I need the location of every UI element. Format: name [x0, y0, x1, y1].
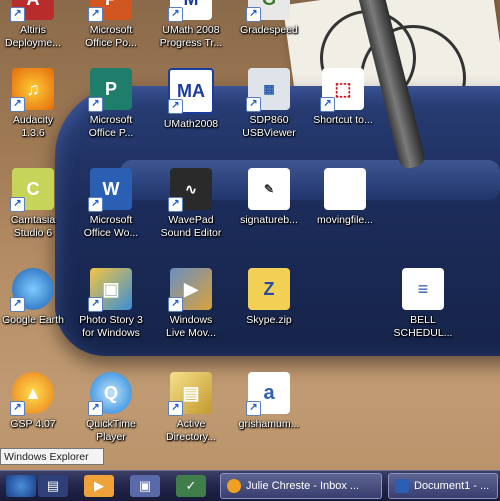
active-directory-icon: ▤ ↗ [168, 372, 212, 416]
desktop-icon-umath[interactable]: MA ↗ UMath2008 [148, 68, 234, 164]
desktop-icon-word[interactable]: W ↗ Microsoft Office Wo... [68, 168, 154, 264]
desktop-icon-label: WavePad Sound Editor [160, 214, 222, 239]
desktop-icon-pdf-shortcut[interactable]: ⬚ ↗ Shortcut to... [300, 68, 386, 164]
desktop-icon-label: Windows Live Mov... [166, 314, 216, 339]
zip-folder-icon: Z [248, 268, 290, 310]
word-icon: W ↗ [88, 168, 132, 212]
desktop-icon-wavepad[interactable]: ∿ ↗ WavePad Sound Editor [148, 168, 234, 264]
desktop-icon-grishamum[interactable]: a ↗ grishamum... [226, 372, 312, 468]
wavepad-icon: ∿ ↗ [168, 168, 212, 212]
document-icon: ≡ [402, 268, 444, 310]
desktop-icon-signature[interactable]: ✎ signatureb... [226, 168, 312, 264]
pdf-icon: ⬚ ↗ [320, 68, 364, 112]
google-earth-icon: ↗ [10, 268, 54, 312]
desktop-icon-label: Active Directory... [166, 418, 216, 443]
desktop-icon-label: grishamum... [238, 418, 300, 430]
umath-progress-icon: M↗ [168, 0, 212, 22]
altiris-icon: A↗ [10, 0, 54, 22]
gradespeed-icon: G↗ [246, 0, 290, 22]
taskbar-task-label: Document1 - ... [414, 480, 490, 492]
desktop-icon-label: signatureb... [240, 214, 298, 226]
desktop-icon-label: BELL SCHEDUL... [393, 314, 453, 339]
desktop-icon-label: Audacity 1.3.6 [12, 114, 54, 139]
desktop-icon-label: GSP 4.07 [10, 418, 56, 430]
desktop-icon-label: QuickTime Player [86, 418, 136, 443]
desktop-icon-label: UMath 2008 Progress Tr... [159, 24, 223, 49]
publisher-icon: P ↗ [88, 68, 132, 112]
desktop-icon-photo-story[interactable]: ▣ ↗ Photo Story 3 for Windows [68, 268, 154, 364]
desktop-icon-label: Microsoft Office Wo... [83, 214, 139, 239]
movie-maker-icon: ▶ ↗ [168, 268, 212, 312]
desktop-icon-skype-zip[interactable]: Z Skype.zip [226, 268, 312, 364]
photo-story-icon: ▣ ↗ [88, 268, 132, 312]
desktop-icon-publisher[interactable]: P ↗ Microsoft Office P... [68, 68, 154, 164]
desktop-icon-label: Microsoft Office Po... [85, 24, 137, 49]
quicklaunch-app-icon[interactable]: ✓ [176, 475, 206, 497]
desktop-icon-google-earth[interactable]: ↗ Google Earth [0, 268, 76, 364]
desktop-icon-label: Camtasia Studio 6 [10, 214, 56, 239]
text-document-icon: a ↗ [246, 372, 290, 416]
windows-explorer-tooltip: Windows Explorer [0, 448, 104, 465]
desktop-icon-label: Altiris Deployme... [4, 24, 62, 49]
taskbar-task-word-document[interactable]: Document1 - ... [388, 473, 498, 499]
desktop-icon-umath-progress[interactable]: M↗ UMath 2008 Progress Tr... [148, 0, 234, 74]
quicktime-icon: Q ↗ [88, 372, 132, 416]
desktop-icon-label: UMath2008 [163, 118, 219, 130]
desktop-icon-active-directory[interactable]: ▤ ↗ Active Directory... [148, 372, 234, 468]
desktop-icon-gradespeed[interactable]: G↗ Gradespeed [226, 0, 312, 74]
desktop-icon-altiris[interactable]: A↗ Altiris Deployme... [0, 0, 76, 74]
umath-icon: MA ↗ [168, 68, 214, 114]
desktop-icon-camtasia[interactable]: C ↗ Camtasia Studio 6 [0, 168, 76, 264]
desktop-icon-label: Google Earth [2, 314, 64, 326]
desktop-icon-powerpoint[interactable]: P↗ Microsoft Office Po... [68, 0, 154, 74]
desktop-icon-audacity[interactable]: ♫ ↗ Audacity 1.3.6 [0, 68, 76, 164]
desktop-icon-movingfile[interactable]: movingfile... [302, 168, 388, 264]
signature-icon: ✎ [248, 168, 290, 210]
file-icon [324, 168, 366, 210]
desktop-icon-bell-schedule[interactable]: ≡ BELL SCHEDUL... [380, 268, 466, 364]
camtasia-icon: C ↗ [10, 168, 54, 212]
taskbar-task-label: Julie Chreste - Inbox ... [246, 480, 360, 492]
audacity-icon: ♫ ↗ [10, 68, 54, 112]
desktop-icon-label: Shortcut to... [313, 114, 373, 126]
desktop-icon-label: movingfile... [316, 214, 374, 226]
show-desktop-icon[interactable]: ▣ [130, 475, 160, 497]
word-icon [395, 479, 409, 493]
windows-explorer-icon[interactable]: ▤ [38, 475, 68, 497]
usbviewer-icon: ▦ ↗ [246, 68, 290, 112]
outlook-icon [227, 479, 241, 493]
desktop-icon-label: Gradespeed [240, 24, 298, 36]
desktop-icon-label: Microsoft Office P... [88, 114, 134, 139]
desktop-icon-movie-maker[interactable]: ▶ ↗ Windows Live Mov... [148, 268, 234, 364]
taskbar-task-outlook[interactable]: Julie Chreste - Inbox ... [220, 473, 382, 499]
desktop-icon-label: Skype.zip [246, 314, 292, 326]
taskbar: ▤ ▶ ▣ ✓ Julie Chreste - Inbox ... Docume… [0, 470, 500, 501]
start-button[interactable] [6, 475, 36, 497]
gsp-icon: ▲ ↗ [10, 372, 54, 416]
media-player-icon[interactable]: ▶ [84, 475, 114, 497]
desktop-icon-label: Photo Story 3 for Windows [79, 314, 143, 339]
powerpoint-icon: P↗ [88, 0, 132, 22]
